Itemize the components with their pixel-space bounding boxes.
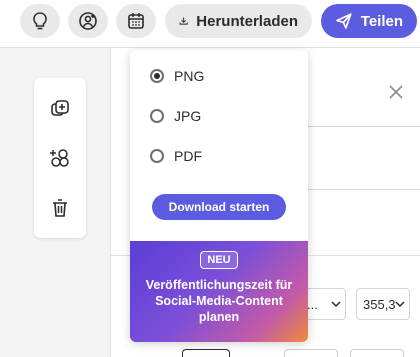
duplicate-icon[interactable] (49, 98, 71, 120)
radio-selected[interactable] (150, 69, 164, 83)
calendar-icon (128, 13, 144, 29)
align-option[interactable] (350, 349, 404, 357)
download-menu: PNG JPG PDF Download starten NEU Veröffe… (130, 50, 308, 342)
text-area[interactable] (300, 126, 420, 190)
format-option-label: PDF (174, 148, 202, 164)
share-button[interactable]: Teilen (321, 4, 417, 38)
format-option-png[interactable]: PNG (150, 66, 204, 86)
download-button-label: Herunterladen (196, 12, 298, 30)
close-icon[interactable] (388, 84, 404, 100)
format-option-label: PNG (174, 68, 205, 84)
align-option-selected[interactable] (182, 349, 230, 357)
download-icon (179, 17, 188, 25)
share-button-label: Teilen (360, 12, 403, 30)
format-option-label: JPG (174, 108, 202, 124)
height-field-value: 355,3 (363, 296, 396, 312)
height-field[interactable]: 355,3 (356, 288, 410, 320)
radio-unselected[interactable] (150, 149, 164, 163)
trash-icon[interactable] (49, 197, 71, 219)
promo-text: Veröffentlichungszeit für Social-Media-C… (145, 278, 293, 324)
align-option[interactable] (284, 349, 338, 357)
new-badge: NEU (200, 251, 238, 269)
format-option-pdf[interactable]: PDF (150, 146, 202, 166)
format-option-jpg[interactable]: JPG (150, 106, 201, 126)
send-icon (336, 13, 352, 29)
lightbulb-icon (33, 12, 47, 30)
user-add-icon (79, 12, 97, 30)
ideas-button[interactable] (20, 4, 60, 38)
promo-banner[interactable]: NEU Veröffentlichungszeit für Social-Med… (130, 241, 308, 342)
download-button[interactable]: Herunterladen (165, 4, 312, 38)
invite-button[interactable] (68, 4, 108, 38)
radio-unselected[interactable] (150, 109, 164, 123)
chevron-down-icon (395, 301, 405, 308)
chevron-down-icon (331, 301, 341, 308)
start-download-label: Download starten (168, 200, 270, 214)
start-download-button[interactable]: Download starten (152, 194, 286, 220)
width-field-value: ... (307, 296, 318, 312)
top-toolbar: Herunterladen Teilen (0, 0, 420, 48)
schedule-button[interactable] (116, 4, 156, 38)
arrange-icon[interactable] (49, 147, 71, 169)
element-tools-card (34, 78, 86, 238)
